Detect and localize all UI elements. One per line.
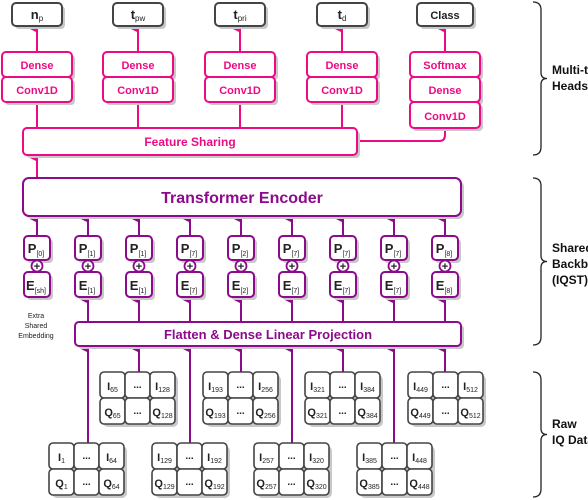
section-label: Shared — [552, 241, 588, 255]
multitask-brace — [532, 1, 548, 156]
output-label-class: Class — [430, 10, 459, 22]
plus-sign: + — [340, 261, 346, 273]
ellipsis: ... — [390, 477, 399, 488]
section-label: Backbone — [552, 257, 588, 271]
iq-cell — [252, 371, 279, 399]
ellipsis: ... — [287, 451, 296, 462]
iqst-architecture-diagram: npDenseConv1DtpwDenseConv1DtpriDenseConv… — [1, 1, 588, 498]
iq-cell — [99, 371, 126, 399]
section-label: Heads — [552, 79, 588, 93]
plus-sign: + — [442, 261, 448, 273]
ellipsis: ... — [185, 477, 194, 488]
plus-sign: + — [238, 261, 244, 273]
feature-sharing-label: Feature Sharing — [144, 135, 235, 149]
ellipsis: ... — [82, 451, 91, 462]
dense-label: Dense — [428, 85, 461, 97]
iq-cell — [457, 371, 484, 399]
ellipsis: ... — [82, 477, 91, 488]
conv1d-label: Conv1D — [424, 111, 466, 123]
section-label: Multi-task — [552, 63, 588, 77]
ellipsis: ... — [133, 406, 142, 417]
iq-cell — [253, 442, 280, 470]
section-label: IQ Data — [552, 433, 588, 447]
ellipsis: ... — [236, 380, 245, 391]
linear-projection-label: Flatten & Dense Linear Projection — [164, 327, 372, 342]
plus-sign: + — [34, 261, 40, 273]
ellipsis: ... — [338, 380, 347, 391]
iq-cell — [149, 371, 176, 399]
softmax-label: Softmax — [423, 60, 467, 72]
conv1d-label: Conv1D — [117, 85, 159, 97]
ellipsis: ... — [287, 477, 296, 488]
transformer-encoder-label: Transformer Encoder — [161, 190, 323, 207]
dense-label: Dense — [325, 60, 358, 72]
plus-sign: + — [187, 261, 193, 273]
backbone-brace — [532, 177, 548, 346]
iq-cell — [354, 371, 381, 399]
iq-cell — [48, 442, 75, 470]
ellipsis: ... — [441, 406, 450, 417]
ellipsis: ... — [185, 451, 194, 462]
iq-cell — [356, 442, 383, 470]
dense-label: Dense — [223, 60, 256, 72]
dense-label: Dense — [121, 60, 154, 72]
extra-embedding-note: Embedding — [18, 333, 54, 340]
ellipsis: ... — [390, 451, 399, 462]
raw-iq-brace — [532, 371, 548, 498]
conv1d-label: Conv1D — [16, 85, 58, 97]
conv1d-label: Conv1D — [219, 85, 261, 97]
iq-cell — [98, 442, 125, 470]
plus-sign: + — [136, 261, 142, 273]
plus-sign: + — [289, 261, 295, 273]
extra-embedding-note: Extra — [28, 313, 44, 320]
ellipsis: ... — [441, 380, 450, 391]
iq-cell — [151, 442, 178, 470]
ellipsis: ... — [133, 380, 142, 391]
iq-cell — [201, 442, 228, 470]
iq-cell — [202, 371, 229, 399]
conv1d-label: Conv1D — [321, 85, 363, 97]
ellipsis: ... — [236, 406, 245, 417]
iq-cell — [406, 442, 433, 470]
iq-cell — [304, 371, 331, 399]
iq-cell — [407, 371, 434, 399]
iq-cell — [303, 442, 330, 470]
plus-sign: + — [391, 261, 397, 273]
dense-label: Dense — [20, 60, 53, 72]
section-label: Raw — [552, 417, 577, 431]
ellipsis: ... — [338, 406, 347, 417]
plus-sign: + — [85, 261, 91, 273]
section-label: (IQST) — [552, 273, 588, 287]
extra-embedding-note: Shared — [25, 323, 48, 330]
